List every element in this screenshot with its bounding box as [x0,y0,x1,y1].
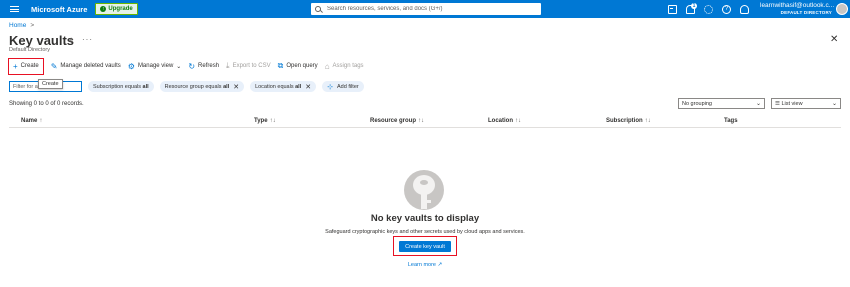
page-title: Key vaults [9,33,75,48]
key-head [413,175,435,195]
search-input[interactable] [327,6,527,12]
account-email: learnwithasif@outlook.c... [760,2,835,9]
resource-group-filter-pill[interactable]: Resource group equals all ✕ [159,81,245,92]
refresh-label: Refresh [198,63,220,69]
export-csv-label: Export to CSV [232,63,271,69]
add-filter-icon: ⊹ [327,83,333,91]
open-query-button[interactable]: ⧉ Open query [278,59,318,73]
column-tags: Tags [724,118,738,124]
menu-icon[interactable] [10,6,19,12]
cloud-shell-icon[interactable] [668,4,677,14]
view-value: List view [781,100,803,107]
edit-icon: ✎ [50,61,58,71]
column-subscription[interactable]: Subscription ↑↓ [606,118,651,124]
plus-icon: + [13,61,18,71]
sort-icon: ↑↓ [644,118,651,124]
create-tooltip: Create [38,79,63,89]
pill-label: Location equals all [255,83,302,90]
breadcrumb: Home > [9,22,34,29]
remove-filter-icon[interactable]: ✕ [233,83,239,91]
account-directory: DEFAULT DIRECTORY [780,10,832,15]
remove-filter-icon[interactable]: ✕ [305,83,311,91]
settings-icon[interactable] [704,4,713,14]
search-icon [315,6,321,12]
manage-view-label: Manage view [137,63,174,69]
tag-icon: ⌂ [324,61,330,71]
export-csv-button[interactable]: ⤓ Export to CSV [226,59,271,73]
empty-state-description: Safeguard cryptographic keys and other s… [325,229,525,235]
grouping-dropdown[interactable]: No grouping ⌄ [678,98,765,109]
subscription-filter-pill[interactable]: Subscription equals all [88,81,154,92]
table-header: Name ↑ Type ↑↓ Resource group ↑↓ Location ↑↓… [9,115,841,128]
sort-icon: ↑↓ [269,118,276,124]
assign-tags-label: Assign tags [332,63,364,69]
gear-icon: ⚙ [127,61,135,71]
learn-more-link[interactable]: Learn more ↗ [0,262,850,268]
download-icon: ⤓ [226,61,230,70]
key-hole [420,180,428,185]
grouping-value: No grouping [682,100,712,107]
refresh-icon: ↻ [188,61,196,71]
account-menu[interactable]: learnwithasif@outlook.c... DEFAULT DIREC… [760,2,835,15]
create-key-vault-button[interactable]: Create key vault [399,241,451,252]
create-button[interactable]: + Create [8,57,44,75]
close-icon[interactable]: ✕ [830,34,838,45]
external-link-icon: ↗ [437,262,443,268]
upgrade-button[interactable]: ↑ Upgrade [95,3,138,15]
top-bar: Microsoft Azure ↑ Upgrade 1 ? learnwitha… [0,0,850,18]
view-dropdown[interactable]: ☰ List view ⌄ [771,98,841,109]
chevron-down-icon: ⌄ [755,101,761,107]
key-tooth [427,200,431,203]
pill-label: Resource group equals all [164,83,230,90]
manage-deleted-vaults-button[interactable]: ✎ Manage deleted vaults [51,59,121,73]
avatar[interactable] [836,3,848,15]
chevron-down-icon: ⌄ [831,101,837,107]
search-box[interactable] [311,3,541,15]
upgrade-icon: ↑ [100,6,107,12]
column-type[interactable]: Type ↑↓ [254,118,276,124]
help-icon[interactable]: ? [722,4,731,14]
location-filter-pill[interactable]: Location equals all ✕ [250,81,317,92]
create-label: Create [20,63,39,69]
add-filter-button[interactable]: ⊹ Add filter [322,81,364,92]
sort-icon: ↑↓ [418,118,425,124]
records-count: Showing 0 to 0 of 0 records. [9,101,84,107]
command-bar: + Create ✎ Manage deleted vaults ⚙ Manag… [8,57,364,75]
column-location[interactable]: Location ↑↓ [488,118,521,124]
brand-name[interactable]: Microsoft Azure [31,5,87,14]
feedback-icon[interactable] [740,4,749,14]
refresh-button[interactable]: ↻ Refresh [188,59,219,73]
sort-icon: ↑↓ [515,118,521,124]
notification-badge: 1 [691,2,697,9]
topbar-icons: 1 ? [668,0,749,18]
notifications-icon[interactable]: 1 [686,2,697,14]
pill-label: Subscription equals all [93,83,149,90]
breadcrumb-home[interactable]: Home [9,22,26,29]
page-subtitle: Default Directory [9,47,50,53]
empty-state-title: No key vaults to display [370,213,480,224]
upgrade-label: Upgrade [108,6,133,12]
manage-deleted-label: Manage deleted vaults [60,63,121,69]
chevron-down-icon: ⌄ [176,63,182,70]
add-filter-label: Add filter [337,83,359,90]
sort-icon: ↑ [39,118,43,124]
open-query-label: Open query [286,63,318,69]
more-icon[interactable]: ··· [82,35,93,44]
manage-view-button[interactable]: ⚙ Manage view ⌄ [128,59,182,73]
breadcrumb-separator: > [30,22,35,29]
assign-tags-button[interactable]: ⌂ Assign tags [325,59,364,73]
column-resource-group[interactable]: Resource group ↑↓ [370,118,424,124]
query-icon: ⧉ [277,61,284,70]
column-name[interactable]: Name ↑ [21,118,42,124]
